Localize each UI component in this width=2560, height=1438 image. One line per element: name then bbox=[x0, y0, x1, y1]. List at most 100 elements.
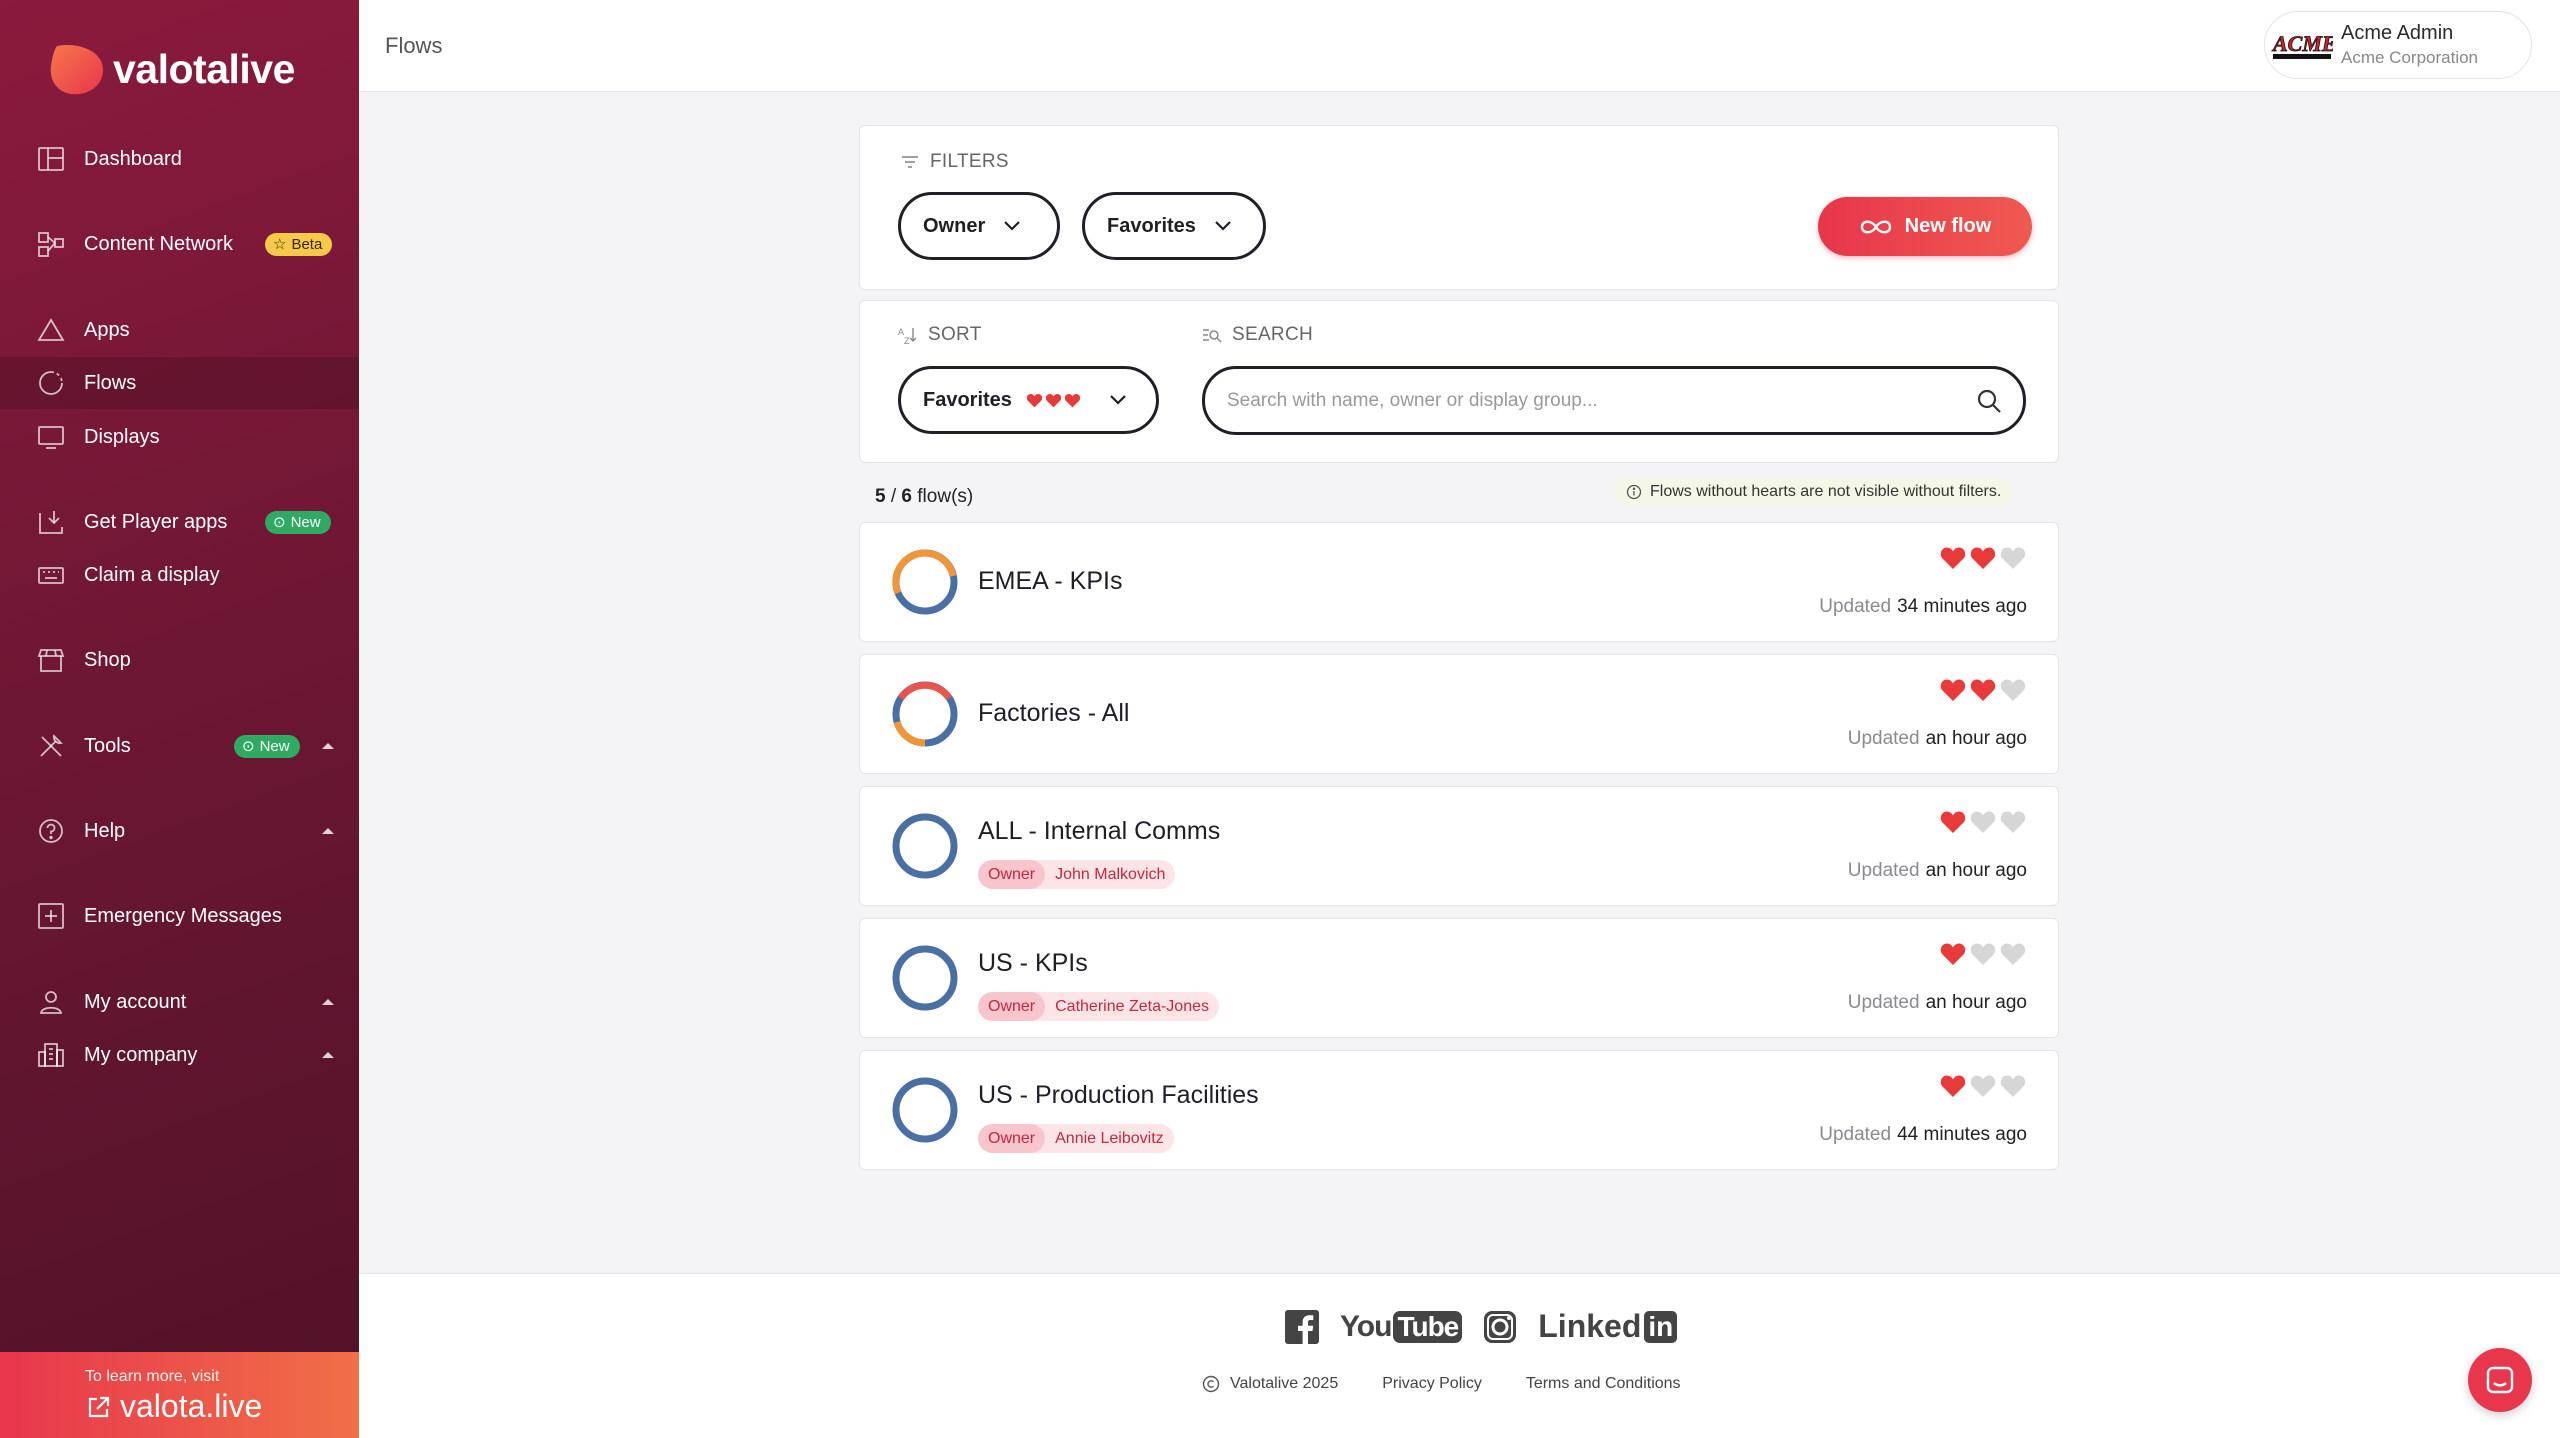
new-badge: ⊙ New bbox=[234, 734, 300, 758]
sidebar-item-apps[interactable]: Apps bbox=[0, 304, 359, 356]
flow-hearts[interactable] bbox=[1940, 810, 2026, 834]
heart-icon[interactable] bbox=[1970, 546, 1996, 570]
user-name: Acme Admin bbox=[2341, 22, 2454, 44]
chat-icon bbox=[2486, 1366, 2514, 1394]
search-icon[interactable] bbox=[1975, 387, 2003, 415]
heart-icon[interactable] bbox=[1940, 810, 1966, 834]
valota-live-link[interactable]: valota.live bbox=[86, 1388, 262, 1425]
sidebar-item-flows[interactable]: Flows bbox=[0, 357, 359, 409]
search-field[interactable] bbox=[1202, 366, 2026, 435]
check-circle-icon: ⊙ bbox=[242, 738, 255, 755]
learn-more-banner[interactable]: To learn more, visit valota.live bbox=[0, 1352, 359, 1438]
sidebar-item-claim-display[interactable]: Claim a display bbox=[0, 549, 359, 601]
flow-ring-icon bbox=[892, 681, 958, 747]
sidebar-item-content-network[interactable]: Content Network ☆ Beta bbox=[0, 218, 359, 270]
learn-more-text: To learn more, visit bbox=[85, 1368, 220, 1385]
download-icon bbox=[39, 511, 63, 534]
sidebar-item-displays[interactable]: Displays bbox=[0, 411, 359, 463]
caret-up-icon[interactable] bbox=[321, 997, 335, 1007]
flow-hearts[interactable] bbox=[1940, 678, 2026, 702]
flow-card[interactable]: EMEA - KPIs Updated 34 minutes ago bbox=[859, 522, 2059, 642]
flow-hearts[interactable] bbox=[1940, 546, 2026, 570]
flow-name[interactable]: ALL - Internal Comms bbox=[978, 817, 1220, 846]
terms-link[interactable]: Terms and Conditions bbox=[1526, 1375, 1681, 1393]
sidebar-item-get-player-apps[interactable]: Get Player apps ⊙ New bbox=[0, 496, 359, 548]
flow-card[interactable]: Factories - All Updated an hour ago bbox=[859, 654, 2059, 774]
heart-icon[interactable] bbox=[1940, 546, 1966, 570]
caret-up-icon[interactable] bbox=[321, 1050, 335, 1060]
heart-icon[interactable] bbox=[1970, 810, 1996, 834]
sidebar-item-label: Content Network bbox=[84, 232, 233, 255]
flow-name[interactable]: Factories - All bbox=[978, 699, 1129, 728]
chevron-down-icon bbox=[1004, 221, 1021, 231]
flow-updated: Updated an hour ago bbox=[1847, 728, 2027, 749]
sidebar-item-my-company[interactable]: My company bbox=[0, 1029, 359, 1081]
flow-ring-icon bbox=[892, 549, 958, 615]
user-menu[interactable]: ACME Acme Admin Acme Corporation bbox=[2264, 11, 2532, 79]
account-icon bbox=[39, 991, 63, 1014]
new-flow-button[interactable]: New flow bbox=[1818, 197, 2032, 256]
heart-icon[interactable] bbox=[2000, 678, 2026, 702]
valotalive-logo[interactable]: valotalive bbox=[47, 40, 295, 98]
beta-badge: ☆ Beta bbox=[265, 232, 333, 256]
flow-card[interactable]: ALL - Internal Comms Owner John Malkovich… bbox=[859, 786, 2059, 906]
sidebar-item-help[interactable]: Help bbox=[0, 805, 359, 857]
sidebar-item-shop[interactable]: Shop bbox=[0, 634, 359, 686]
heart-icon bbox=[1064, 393, 1081, 407]
copyright-icon bbox=[1202, 1375, 1220, 1393]
valotalive-logo-icon bbox=[50, 45, 103, 95]
shop-icon bbox=[37, 649, 65, 672]
flow-name[interactable]: US - Production Facilities bbox=[978, 1081, 1259, 1110]
caret-up-icon[interactable] bbox=[321, 741, 335, 751]
instagram-icon[interactable] bbox=[1482, 1309, 1518, 1345]
sidebar-item-dashboard[interactable]: Dashboard bbox=[0, 133, 359, 185]
flow-hearts[interactable] bbox=[1940, 942, 2026, 966]
footer: You Tube Linked in Valotalive 2025 Privacy… bbox=[359, 1273, 2560, 1438]
flow-hearts[interactable] bbox=[1940, 1074, 2026, 1098]
flow-card[interactable]: US - Production Facilities Owner Annie Le… bbox=[859, 1050, 2059, 1170]
heart-icon[interactable] bbox=[2000, 1074, 2026, 1098]
star-icon: ☆ bbox=[273, 236, 287, 253]
heart-icon[interactable] bbox=[2000, 942, 2026, 966]
sort-search-panel: AZ SORT SEARCH Favorites bbox=[859, 300, 2059, 463]
heart-icon[interactable] bbox=[2000, 810, 2026, 834]
user-company: Acme Corporation bbox=[2341, 48, 2479, 67]
heart-icon[interactable] bbox=[1970, 678, 1996, 702]
sidebar-item-tools[interactable]: Tools ⊙ New bbox=[0, 720, 359, 772]
flow-card[interactable]: US - KPIs Owner Catherine Zeta-Jones Upda… bbox=[859, 918, 2059, 1038]
heart-icon bbox=[1045, 393, 1062, 407]
linkedin-icon[interactable]: Linked in bbox=[1538, 1308, 1678, 1345]
sort-dropdown[interactable]: Favorites bbox=[898, 366, 1159, 434]
heart-icon[interactable] bbox=[1970, 1074, 1996, 1098]
new-badge: ⊙ New bbox=[265, 510, 331, 534]
acme-logo-icon: ACME bbox=[2271, 31, 2333, 59]
youtube-icon[interactable]: You Tube bbox=[1340, 1309, 1463, 1345]
sidebar-item-my-account[interactable]: My account bbox=[0, 976, 359, 1028]
facebook-icon[interactable] bbox=[1284, 1309, 1320, 1345]
heart-icon[interactable] bbox=[1940, 942, 1966, 966]
sidebar-item-label: Get Player apps bbox=[84, 510, 228, 533]
flow-updated: Updated 34 minutes ago bbox=[1819, 596, 2027, 617]
filters-header: FILTERS bbox=[900, 151, 1009, 173]
chevron-down-icon bbox=[1110, 395, 1126, 405]
owner-tag: Owner John Malkovich bbox=[978, 860, 1176, 889]
sidebar-item-label: Dashboard bbox=[84, 147, 182, 170]
heart-icon[interactable] bbox=[1970, 942, 1996, 966]
heart-icon bbox=[1026, 393, 1043, 407]
company-logo: ACME bbox=[2271, 20, 2333, 70]
heart-icon[interactable] bbox=[1940, 1074, 1966, 1098]
privacy-policy-link[interactable]: Privacy Policy bbox=[1382, 1375, 1482, 1393]
flow-name[interactable]: EMEA - KPIs bbox=[978, 567, 1122, 596]
social-links: You Tube Linked in bbox=[1284, 1308, 1678, 1345]
heart-icon[interactable] bbox=[2000, 546, 2026, 570]
flow-name[interactable]: US - KPIs bbox=[978, 949, 1088, 978]
search-input[interactable] bbox=[1227, 389, 1975, 412]
heart-icon[interactable] bbox=[1940, 678, 1966, 702]
chat-support-button[interactable] bbox=[2468, 1348, 2532, 1412]
owner-filter-dropdown[interactable]: Owner bbox=[898, 192, 1060, 260]
favorites-filter-dropdown[interactable]: Favorites bbox=[1082, 192, 1266, 260]
caret-up-icon[interactable] bbox=[321, 826, 335, 836]
help-icon bbox=[39, 819, 63, 843]
sidebar-item-emergency-messages[interactable]: Emergency Messages bbox=[0, 890, 359, 942]
flow-updated: Updated an hour ago bbox=[1847, 992, 2027, 1013]
